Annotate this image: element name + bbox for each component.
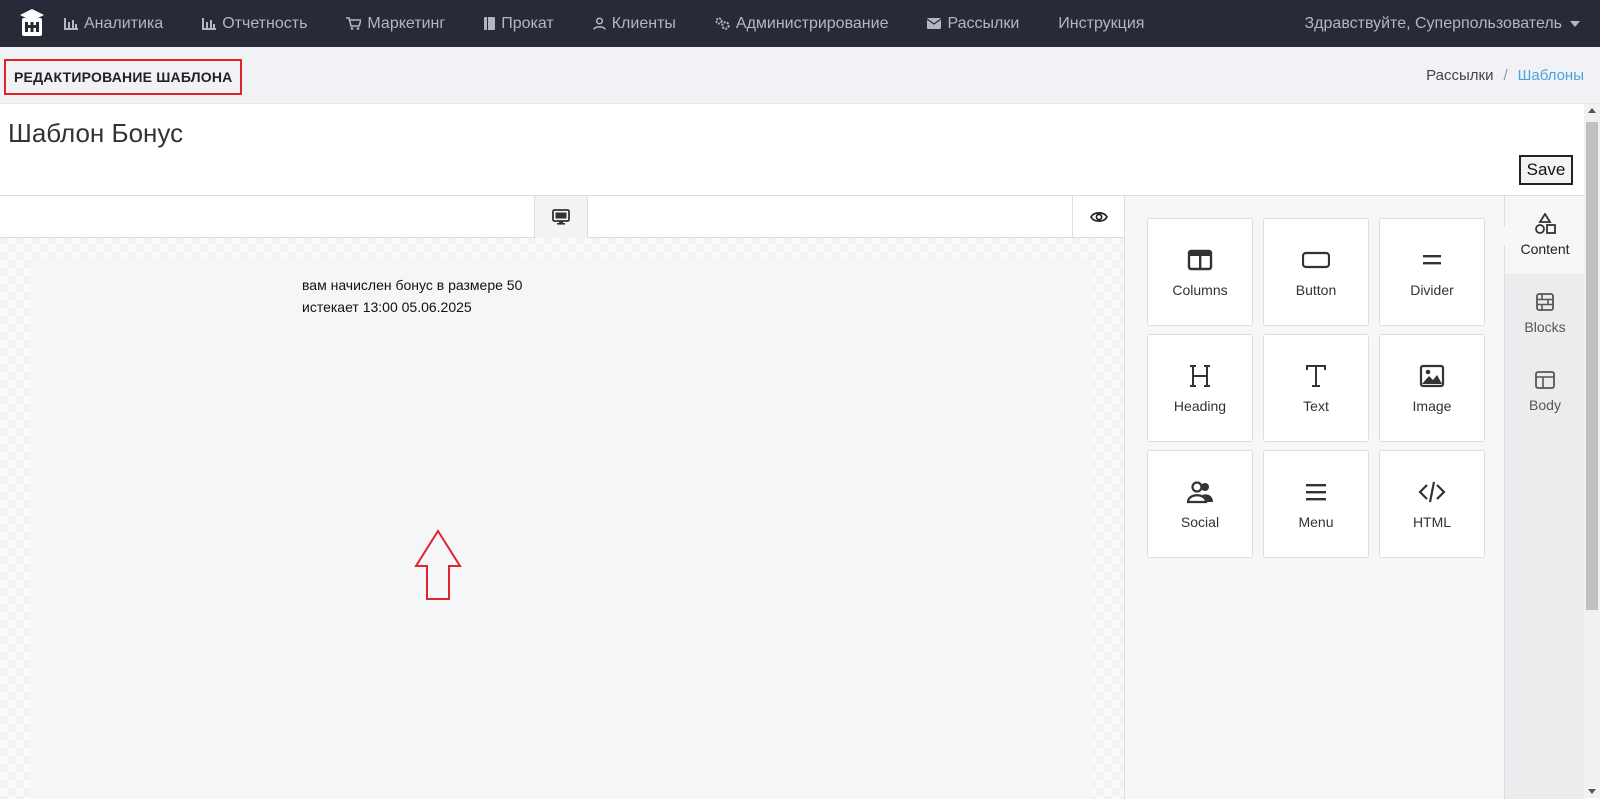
page-scrollbar[interactable] xyxy=(1584,104,1600,798)
nav-item-reports[interactable]: Отчетность xyxy=(202,15,307,33)
tool-label: HTML xyxy=(1412,514,1452,530)
tool-label: Button xyxy=(1295,282,1337,298)
tool-divider[interactable]: Divider xyxy=(1379,218,1485,326)
nav-item-mailings[interactable]: Рассылки xyxy=(927,15,1019,33)
layout-icon xyxy=(1535,371,1555,389)
button-icon xyxy=(1302,251,1330,269)
heading-icon xyxy=(1190,365,1210,387)
tab-body[interactable]: Body xyxy=(1505,352,1585,430)
tool-text[interactable]: Text xyxy=(1263,334,1369,442)
nav-item-label: Администрирование xyxy=(735,14,889,32)
nav-item-label: Аналитика xyxy=(84,14,164,32)
tool-heading[interactable]: Heading xyxy=(1147,334,1253,442)
tab-label: Content xyxy=(1520,241,1570,257)
tool-label: Image xyxy=(1412,398,1452,414)
shapes-icon xyxy=(1535,213,1556,234)
up-arrow-annotation-icon xyxy=(414,529,462,600)
save-button[interactable]: Save xyxy=(1519,155,1573,185)
nav-item-analytics[interactable]: Аналитика xyxy=(64,15,163,33)
nav-item-administration[interactable]: Администрирование xyxy=(715,14,889,33)
email-text-line: вам начислен бонус в размере 50 xyxy=(302,277,523,293)
menu-icon xyxy=(1306,484,1326,501)
breadcrumb-mailings[interactable]: Рассылки xyxy=(1426,67,1493,84)
nav-item-marketing[interactable]: Маркетинг xyxy=(346,15,445,33)
tool-image[interactable]: Image xyxy=(1379,334,1485,442)
nav-item-label: Клиенты xyxy=(611,14,676,32)
logo-icon[interactable] xyxy=(16,7,48,39)
tool-label: Heading xyxy=(1173,398,1227,414)
nav-item-label: Маркетинг xyxy=(367,14,446,32)
breadcrumb-separator: / xyxy=(1503,67,1508,84)
tool-label: Divider xyxy=(1410,282,1454,298)
nav-item-clients[interactable]: Клиенты xyxy=(592,14,676,33)
tool-button[interactable]: Button xyxy=(1263,218,1369,326)
cart-icon xyxy=(346,17,362,30)
editor-canvas: вам начислен бонус в размере 50 истекает… xyxy=(0,196,1124,799)
tool-html[interactable]: HTML xyxy=(1379,450,1485,558)
nav-item-label: Инструкция xyxy=(1058,14,1145,32)
user-icon xyxy=(592,17,606,30)
page-heading: РЕДАКТИРОВАНИЕ ШАБЛОНА xyxy=(4,59,243,95)
scroll-up-icon[interactable] xyxy=(1588,108,1596,113)
page-header-bar: РЕДАКТИРОВАНИЕ ШАБЛОНА Рассылки / Шаблон… xyxy=(0,47,1600,104)
tool-label: Social xyxy=(1180,514,1220,530)
nav-item-label: Рассылки xyxy=(947,14,1020,32)
tools-panel: Columns Button Divider Heading Text Imag… xyxy=(1124,196,1504,799)
nav-item-label: Отчетность xyxy=(222,14,308,32)
tool-label: Columns xyxy=(1172,282,1228,298)
nav-item-rental[interactable]: Прокат xyxy=(484,15,554,33)
tab-content[interactable]: Content xyxy=(1495,196,1585,274)
breadcrumb-templates[interactable]: Шаблоны xyxy=(1518,67,1584,84)
top-navbar: Аналитика Отчетность Маркетинг Прокат Кл… xyxy=(0,0,1600,47)
tool-label: Text xyxy=(1303,398,1329,414)
blocks-icon xyxy=(1536,293,1554,311)
template-title: Шаблон Бонус xyxy=(8,118,184,148)
editor-toolbar xyxy=(0,196,1124,238)
side-tabs: Content Blocks Body xyxy=(1495,196,1585,799)
content-tools-grid: Columns Button Divider Heading Text Imag… xyxy=(1147,218,1485,558)
tool-menu[interactable]: Menu xyxy=(1263,450,1369,558)
eye-icon xyxy=(1089,212,1108,222)
email-editor: вам начислен бонус в размере 50 истекает… xyxy=(0,195,1585,799)
image-icon xyxy=(1419,364,1445,388)
code-icon xyxy=(1418,481,1446,503)
email-body[interactable] xyxy=(30,260,1092,799)
bar-chart-icon xyxy=(202,17,217,30)
tab-label: Blocks xyxy=(1524,319,1566,335)
bar-chart-icon xyxy=(64,17,78,30)
nav-item-instructions[interactable]: Инструкция xyxy=(1058,15,1144,33)
monitor-icon xyxy=(552,209,570,225)
caret-down-icon xyxy=(1570,20,1580,27)
tab-label: Body xyxy=(1529,397,1561,413)
user-greeting: Здравствуйте, Суперпользователь xyxy=(1304,14,1562,32)
text-icon xyxy=(1306,365,1326,387)
scroll-down-icon[interactable] xyxy=(1588,789,1596,794)
breadcrumb: Рассылки / Шаблоны xyxy=(1426,47,1584,104)
gears-icon xyxy=(715,17,730,30)
user-menu[interactable]: Здравствуйте, Суперпользователь xyxy=(1305,0,1580,47)
tool-social[interactable]: Social xyxy=(1147,450,1253,558)
divider-icon xyxy=(1423,255,1441,265)
preview-button[interactable] xyxy=(1072,196,1124,238)
book-icon xyxy=(484,17,496,30)
envelope-icon xyxy=(927,18,942,29)
social-icon xyxy=(1186,481,1213,504)
tool-columns[interactable]: Columns xyxy=(1147,218,1253,326)
scrollbar-thumb[interactable] xyxy=(1586,122,1598,610)
email-text-block[interactable]: вам начислен бонус в размере 50 истекает… xyxy=(302,274,522,318)
columns-icon xyxy=(1187,249,1213,271)
tab-blocks[interactable]: Blocks xyxy=(1505,274,1585,352)
nav-item-label: Прокат xyxy=(501,14,554,32)
tool-label: Menu xyxy=(1298,514,1334,530)
desktop-view-button[interactable] xyxy=(534,196,588,238)
email-text-line: истекает 13:00 05.06.2025 xyxy=(302,299,472,315)
